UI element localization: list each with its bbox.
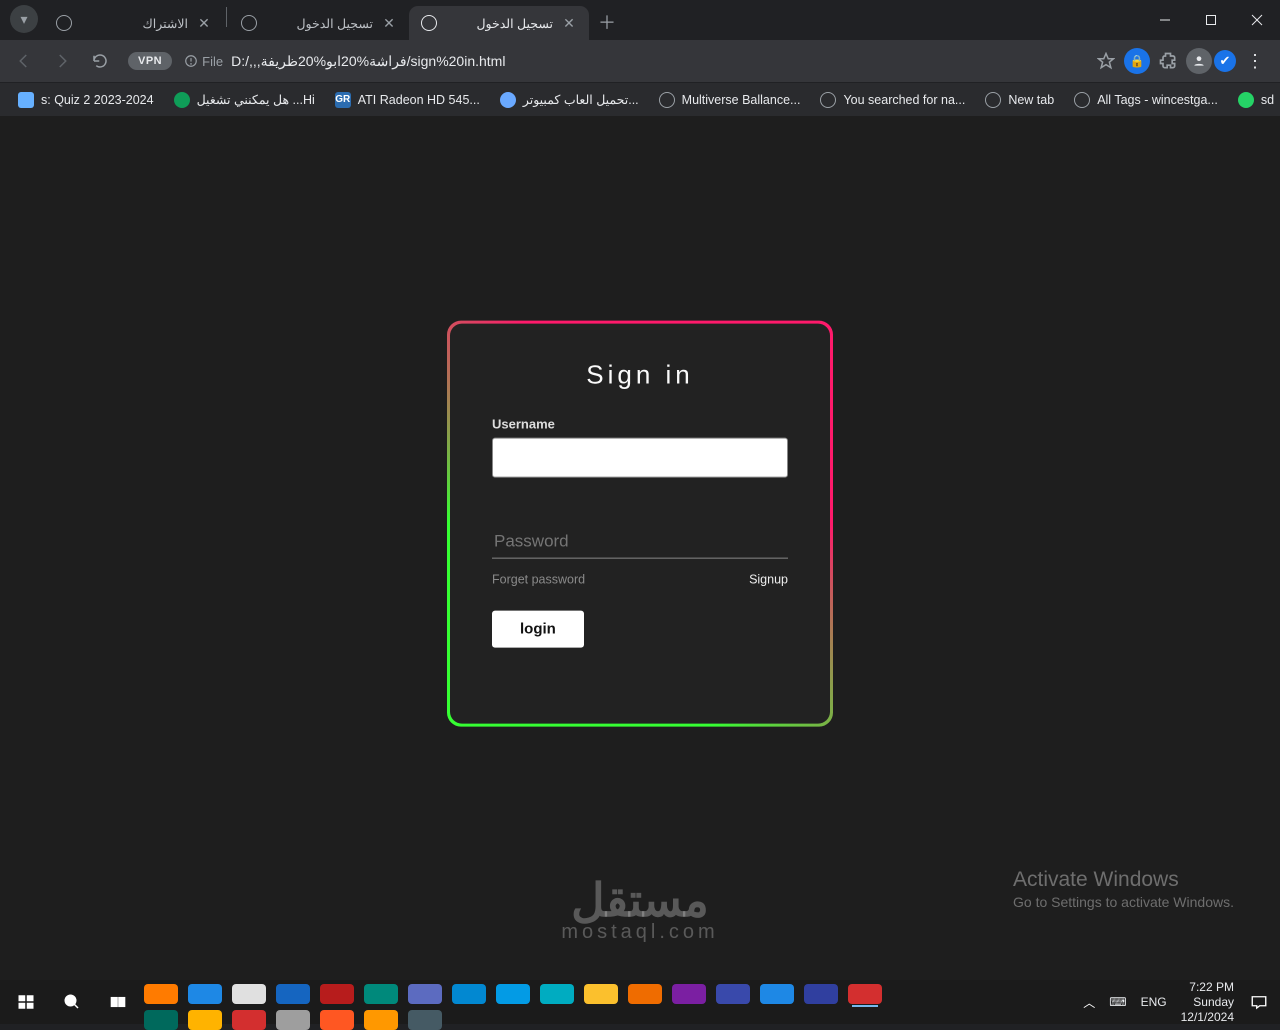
taskbar-app[interactable] [408, 984, 442, 1004]
maximize-button[interactable] [1188, 0, 1234, 40]
globe-icon [241, 15, 257, 31]
bookmark-item[interactable]: You searched for na... [812, 88, 973, 112]
activate-line1: Activate Windows [1013, 868, 1234, 892]
clock-time: 7:22 PM [1181, 980, 1234, 995]
taskbar-app[interactable] [320, 1010, 354, 1030]
close-icon[interactable]: ✕ [381, 15, 397, 31]
search-button[interactable] [50, 982, 94, 1022]
close-window-button[interactable] [1234, 0, 1280, 40]
bookmark-star-button[interactable] [1090, 45, 1122, 77]
new-tab-button[interactable]: ＋ [593, 8, 621, 36]
globe-icon [421, 15, 437, 31]
extensions-button[interactable] [1152, 45, 1184, 77]
scheme-label: File [202, 54, 223, 69]
vpn-badge[interactable]: VPN [128, 52, 172, 70]
taskbar-app[interactable] [276, 1010, 310, 1030]
reload-button[interactable] [84, 45, 116, 77]
browser-toolbar: VPN File D:/,,,فراشة%20ابو%20ظريفة/sign%… [0, 40, 1280, 82]
tray-overflow-button[interactable]: ︿ [1083, 994, 1095, 1011]
card-gradient-border: Sign in Username Forget password Signup … [447, 321, 833, 727]
scheme-chip: File [184, 54, 223, 69]
clock-date: 12/1/2024 [1181, 1010, 1234, 1025]
taskbar-app[interactable] [188, 984, 222, 1004]
taskbar-app[interactable] [364, 1010, 398, 1030]
taskbar-app[interactable] [408, 1010, 442, 1030]
taskbar-app[interactable] [540, 984, 574, 1004]
taskbar-app[interactable] [320, 984, 354, 1004]
taskbar-apps [140, 982, 900, 1026]
activate-windows-watermark: Activate Windows Go to Settings to activ… [1013, 868, 1234, 910]
taskbar-app[interactable] [232, 1010, 266, 1030]
forward-button[interactable] [46, 45, 78, 77]
bookmark-item[interactable]: تحميل العاب كمبيوتر... [492, 88, 647, 112]
tab-title: تسجيل الدخول [265, 16, 373, 31]
minimize-button[interactable] [1142, 0, 1188, 40]
page-title: Sign in [492, 360, 788, 391]
bookmark-item[interactable]: Multiverse Ballance... [651, 88, 809, 112]
taskbar-app[interactable] [188, 1010, 222, 1030]
password-input[interactable] [492, 524, 788, 559]
tab-title: الاشتراك [80, 16, 188, 31]
username-input[interactable] [492, 438, 788, 478]
signin-card: Sign in Username Forget password Signup … [450, 324, 830, 724]
back-button[interactable] [8, 45, 40, 77]
signup-link[interactable]: Signup [749, 573, 788, 587]
taskbar: ︿ ⌨ ENG 7:22 PM Sunday 12/1/2024 [0, 980, 1280, 1024]
sync-status-icon[interactable]: ✔ [1214, 50, 1236, 72]
site-security-icon[interactable]: 🔒 [1124, 48, 1150, 74]
username-label: Username [492, 417, 788, 432]
tab-title: تسجيل الدخول [445, 16, 553, 31]
action-center-button[interactable] [1248, 991, 1270, 1013]
close-icon[interactable]: ✕ [561, 15, 577, 31]
clock-day: Sunday [1181, 995, 1234, 1010]
taskbar-app[interactable] [584, 984, 618, 1004]
bookmark-item[interactable]: s: Quiz 2 2023-2024 [10, 88, 162, 112]
tab-strip: ▾ الاشتراك ✕ تسجيل الدخول ✕ تسجيل الدخول… [0, 0, 1280, 40]
login-button[interactable]: login [492, 611, 584, 648]
tab-search-button[interactable]: ▾ [10, 5, 38, 33]
taskbar-app[interactable] [716, 984, 750, 1004]
activate-line2: Go to Settings to activate Windows. [1013, 894, 1234, 910]
taskbar-app[interactable] [672, 984, 706, 1004]
bookmark-item[interactable]: New tab [977, 88, 1062, 112]
bookmark-item[interactable]: GRATI Radeon HD 545... [327, 88, 488, 112]
clock[interactable]: 7:22 PM Sunday 12/1/2024 [1181, 980, 1234, 1025]
bookmarks-bar: s: Quiz 2 2023-2024 هل يمكنني تشغيل ...H… [0, 82, 1280, 116]
taskbar-app[interactable] [364, 984, 398, 1004]
bookmark-item[interactable]: All Tags - wincestga... [1066, 88, 1226, 112]
taskbar-app[interactable] [144, 1010, 178, 1030]
keyboard-layout-icon[interactable]: ⌨ [1109, 995, 1126, 1009]
taskbar-app[interactable] [628, 984, 662, 1004]
task-view-button[interactable] [96, 982, 140, 1022]
profile-button[interactable] [1186, 48, 1212, 74]
close-icon[interactable]: ✕ [196, 15, 212, 31]
tab-2[interactable]: تسجيل الدخول ✕ [229, 6, 409, 40]
window-controls [1142, 0, 1280, 40]
tab-1[interactable]: الاشتراك ✕ [44, 6, 224, 40]
globe-icon [56, 15, 72, 31]
taskbar-app[interactable] [144, 984, 178, 1004]
tab-3-active[interactable]: تسجيل الدخول ✕ [409, 6, 589, 40]
address-bar[interactable]: File D:/,,,فراشة%20ابو%20ظريفة/sign%20in… [184, 45, 1084, 77]
taskbar-app[interactable] [760, 984, 794, 1004]
tab-separator [226, 7, 227, 27]
taskbar-app[interactable] [496, 984, 530, 1004]
bookmark-item[interactable]: sd [1230, 88, 1280, 112]
forget-password-link[interactable]: Forget password [492, 573, 585, 587]
bookmark-item[interactable]: هل يمكنني تشغيل ...Hi [166, 88, 323, 112]
mostaql-watermark: مستقل mostaql.com [561, 873, 718, 944]
taskbar-app[interactable] [452, 984, 486, 1004]
taskbar-app[interactable] [848, 984, 882, 1004]
browser-menu-button[interactable]: ⋮ [1238, 51, 1272, 72]
taskbar-app[interactable] [804, 984, 838, 1004]
url-text: D:/,,,فراشة%20ابو%20ظريفة/sign%20in.html [231, 53, 505, 70]
taskbar-app[interactable] [232, 984, 266, 1004]
language-indicator[interactable]: ENG [1141, 995, 1167, 1009]
start-button[interactable] [4, 982, 48, 1022]
page-viewport: Sign in Username Forget password Signup … [0, 116, 1280, 980]
taskbar-app[interactable] [276, 984, 310, 1004]
system-tray: ︿ ⌨ ENG 7:22 PM Sunday 12/1/2024 [1083, 982, 1280, 1022]
